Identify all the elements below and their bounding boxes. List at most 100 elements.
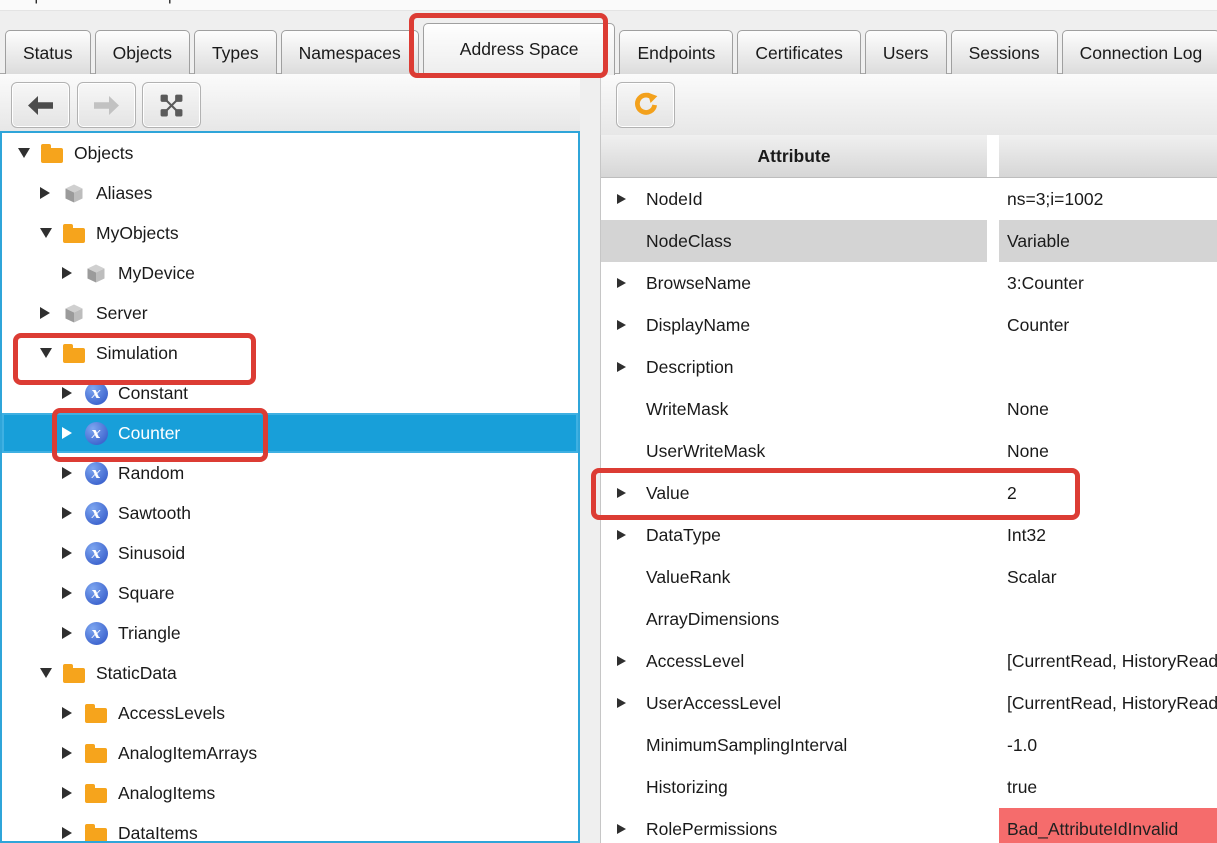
attr-row-description[interactable]: Description <box>601 346 1217 388</box>
chevron-right-icon[interactable] <box>62 587 80 599</box>
tab-users[interactable]: Users <box>865 30 947 74</box>
attr-row-datatype[interactable]: DataTypeInt32 <box>601 514 1217 556</box>
attr-row-rolepermissions[interactable]: RolePermissionsBad_AttributeIdInvalid <box>601 808 1217 843</box>
tree-item-myobjects[interactable]: MyObjects <box>2 213 578 253</box>
tree-item-label: Server <box>96 303 148 324</box>
chevron-right-icon[interactable] <box>617 320 626 330</box>
tree-item-sinusoid[interactable]: x Sinusoid <box>2 533 578 573</box>
attr-row-useraccesslevel[interactable]: UserAccessLevel[CurrentRead, HistoryRead… <box>601 682 1217 724</box>
chevron-right-icon[interactable] <box>617 194 626 204</box>
tree-item-constant[interactable]: xConstant <box>2 373 578 413</box>
tree-item-aliases[interactable]: Aliases <box>2 173 578 213</box>
tree-item-label: AnalogItemArrays <box>118 743 257 764</box>
attr-row-valuerank[interactable]: ValueRankScalar <box>601 556 1217 598</box>
tab-objects[interactable]: Objects <box>95 30 190 74</box>
attr-row-userwritemask[interactable]: UserWriteMaskNone <box>601 430 1217 472</box>
chevron-down-icon[interactable] <box>40 668 58 678</box>
refresh-button[interactable] <box>616 82 675 128</box>
attribute-name-cell: NodeClass <box>601 220 987 262</box>
tree-item-triangle[interactable]: xTriangle <box>2 613 578 653</box>
variable-icon: x <box>84 541 108 565</box>
attribute-value-cell: [CurrentRead, HistoryRead] <box>999 640 1217 682</box>
chevron-right-icon[interactable] <box>62 547 80 559</box>
chevron-right-icon[interactable] <box>40 187 58 199</box>
attribute-name-cell: NodeId <box>601 178 987 220</box>
attribute-value-cell: Variable <box>999 220 1217 262</box>
chevron-right-icon[interactable] <box>62 787 80 799</box>
chevron-right-icon[interactable] <box>617 488 626 498</box>
attribute-name: RolePermissions <box>646 819 777 840</box>
attribute-name: UserAccessLevel <box>646 693 781 714</box>
attribute-value-cell: 2 <box>999 472 1217 514</box>
attr-row-browsename[interactable]: BrowseName3:Counter <box>601 262 1217 304</box>
menu-item-options[interactable]: Options <box>22 0 77 5</box>
menu-item-help[interactable]: Help <box>144 0 177 5</box>
chevron-down-icon[interactable] <box>40 228 58 238</box>
tab-certificates[interactable]: Certificates <box>737 30 861 74</box>
chevron-right-icon[interactable] <box>617 656 626 666</box>
tree-item-accesslevels[interactable]: AccessLevels <box>2 693 578 733</box>
chevron-right-icon[interactable] <box>62 387 80 399</box>
forward-button[interactable] <box>77 82 136 128</box>
tree-item-server[interactable]: Server <box>2 293 578 333</box>
tree-item-mydevice[interactable]: MyDevice <box>2 253 578 293</box>
attr-row-nodeclass[interactable]: NodeClass Variable <box>601 220 1217 262</box>
tree-item-analogitemarrays[interactable]: AnalogItemArrays <box>2 733 578 773</box>
tab-types[interactable]: Types <box>194 30 277 74</box>
tab-endpoints[interactable]: Endpoints <box>619 30 733 74</box>
tab-sessions[interactable]: Sessions <box>951 30 1058 74</box>
tree-item-objects[interactable]: Objects <box>2 133 578 173</box>
attribute-value-cell: -1.0 <box>999 724 1217 766</box>
chevron-right-icon[interactable] <box>62 507 80 519</box>
attr-row-minimumsamplinginterval[interactable]: MinimumSamplingInterval-1.0 <box>601 724 1217 766</box>
attr-row-writemask[interactable]: WriteMaskNone <box>601 388 1217 430</box>
chevron-right-icon[interactable] <box>617 824 626 834</box>
chevron-right-icon[interactable] <box>617 530 626 540</box>
attributes-table-header: Attribute <box>601 135 1217 178</box>
attr-row-displayname[interactable]: DisplayName Counter <box>601 304 1217 346</box>
attr-row-arraydimensions[interactable]: ArrayDimensions <box>601 598 1217 640</box>
tree-item-analogitems[interactable]: AnalogItems <box>2 773 578 813</box>
tree-item-label: Sinusoid <box>118 543 185 564</box>
tree-item-staticdata[interactable]: StaticData <box>2 653 578 693</box>
chevron-right-icon[interactable] <box>62 627 80 639</box>
attr-row-value[interactable]: Value 2 <box>601 472 1217 514</box>
tree-item-label: AnalogItems <box>118 783 215 804</box>
attr-row-historizing[interactable]: Historizingtrue <box>601 766 1217 808</box>
chevron-right-icon[interactable] <box>40 307 58 319</box>
chevron-right-icon[interactable] <box>62 467 80 479</box>
back-arrow-icon <box>27 95 54 116</box>
attribute-value-cell: Scalar <box>999 556 1217 598</box>
chevron-right-icon[interactable] <box>617 362 626 372</box>
tree-item-simulation[interactable]: Simulation <box>2 333 578 373</box>
tab-status[interactable]: Status <box>5 30 91 74</box>
chevron-right-icon[interactable] <box>62 427 80 439</box>
tree-item-dataitems[interactable]: DataItems <box>2 813 578 843</box>
chevron-right-icon[interactable] <box>62 707 80 719</box>
back-button[interactable] <box>11 82 70 128</box>
tab-connection-log[interactable]: Connection Log <box>1062 30 1217 74</box>
chevron-right-icon[interactable] <box>617 698 626 708</box>
chevron-right-icon[interactable] <box>62 267 80 279</box>
chevron-right-icon[interactable] <box>617 278 626 288</box>
tree-item-random[interactable]: xRandom <box>2 453 578 493</box>
node-graph-button[interactable] <box>142 82 201 128</box>
attribute-name-cell: DisplayName <box>601 304 987 346</box>
attribute-value-cell: Counter <box>999 304 1217 346</box>
chevron-down-icon[interactable] <box>18 148 36 158</box>
chevron-right-icon[interactable] <box>62 747 80 759</box>
folder-icon <box>84 821 108 843</box>
attr-row-accesslevel[interactable]: AccessLevel [CurrentRead, HistoryRead] <box>601 640 1217 682</box>
tab-address-space[interactable]: Address Space <box>423 23 616 75</box>
tree-item-counter[interactable]: xCounter <box>2 413 578 453</box>
chevron-down-icon[interactable] <box>40 348 58 358</box>
chevron-right-icon[interactable] <box>62 827 80 839</box>
attribute-name: ArrayDimensions <box>646 609 779 630</box>
tree-item-label: Sawtooth <box>118 503 191 524</box>
tree-item-sawtooth[interactable]: xSawtooth <box>2 493 578 533</box>
tree-item-square[interactable]: xSquare <box>2 573 578 613</box>
attr-row-nodeid[interactable]: NodeIdns=3;i=1002 <box>601 178 1217 220</box>
attribute-name: AccessLevel <box>646 651 744 672</box>
tab-namespaces[interactable]: Namespaces <box>281 30 419 74</box>
attribute-name: Value <box>646 483 689 504</box>
